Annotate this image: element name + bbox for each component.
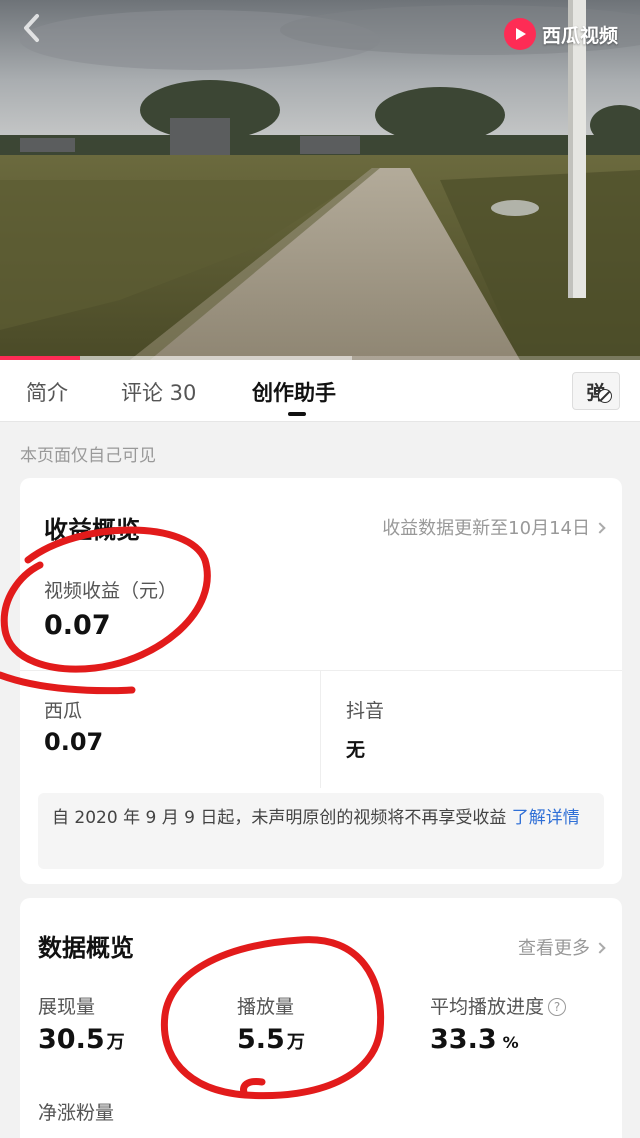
video-earnings-value: 0.07 (44, 610, 111, 641)
tab-bar: 简介 评论 30 创作助手 弹 (0, 360, 640, 422)
impressions-label: 展现量 (38, 996, 96, 1018)
notice-text: 自 2020 年 9 月 9 日起，未声明原创的视频将不再享受收益 (52, 808, 512, 828)
tab-creator-assistant[interactable]: 创作助手 (252, 377, 336, 407)
avg-progress-value: 33.3 (430, 1024, 497, 1055)
douyin-earnings-value: 无 (346, 739, 366, 761)
learn-more-link[interactable]: 了解详情 (512, 808, 580, 828)
earnings-title: 收益概览 (44, 516, 140, 544)
earnings-update-text: 收益数据更新至10月14日 (382, 518, 590, 539)
plays-unit: 万 (286, 1032, 305, 1053)
impressions-value: 30.5 (38, 1024, 105, 1055)
chevron-right-icon (594, 941, 606, 954)
plays-metric: 5.5 万 (237, 1024, 305, 1055)
danmu-toggle-button[interactable]: 弹 (572, 372, 620, 410)
danmu-off-icon (598, 389, 612, 403)
chevron-right-icon (594, 521, 606, 534)
plays-value: 5.5 (237, 1024, 285, 1055)
data-overview-card: 数据概览 查看更多 展现量 30.5 万 播放量 5.5 万 平均播放进度? 33.… (20, 898, 622, 1138)
avg-progress-unit: % (502, 1033, 519, 1052)
net-followers-label: 净涨粉量 (38, 1102, 115, 1124)
impressions-unit: 万 (106, 1032, 125, 1053)
plays-label: 播放量 (237, 996, 295, 1018)
help-icon[interactable]: ? (548, 998, 567, 1016)
chevron-left-icon (24, 14, 39, 42)
view-more-link[interactable]: 查看更多 (518, 934, 606, 960)
divider (20, 670, 622, 671)
xigua-earnings-value: 0.07 (44, 728, 104, 756)
originality-notice: 自 2020 年 9 月 9 日起，未声明原创的视频将不再享受收益 了解详情 (38, 793, 604, 869)
view-more-label: 查看更多 (518, 938, 590, 959)
earnings-update-link[interactable]: 收益数据更新至10月14日 (382, 514, 606, 540)
divider (320, 670, 321, 788)
video-player[interactable]: 西瓜视频 (0, 0, 640, 360)
back-button[interactable] (14, 10, 50, 46)
brand-name: 西瓜视频 (541, 24, 618, 47)
impressions-metric: 30.5 万 (38, 1024, 125, 1055)
avg-progress-label: 平均播放进度 (430, 996, 545, 1018)
tab-comments[interactable]: 评论 30 (121, 377, 196, 407)
xigua-logo-icon (503, 18, 536, 50)
douyin-earnings-label: 抖音 (346, 700, 385, 722)
data-overview-title: 数据概览 (38, 934, 134, 962)
tab-intro[interactable]: 简介 (26, 377, 68, 407)
video-earnings-label: 视频收益（元） (44, 580, 178, 602)
active-tab-indicator (288, 412, 306, 416)
xigua-earnings-label: 西瓜 (44, 700, 83, 722)
avg-progress-label-row: 平均播放进度? (430, 992, 567, 1019)
video-frame (0, 0, 640, 360)
earnings-overview-card: 收益概览 收益数据更新至10月14日 视频收益（元） 0.07 西瓜 0.07 … (20, 478, 622, 884)
avg-progress-metric: 33.3% (430, 1024, 519, 1055)
brand-watermark: 西瓜视频 (503, 18, 618, 50)
visibility-note: 本页面仅自己可见 (20, 446, 156, 466)
